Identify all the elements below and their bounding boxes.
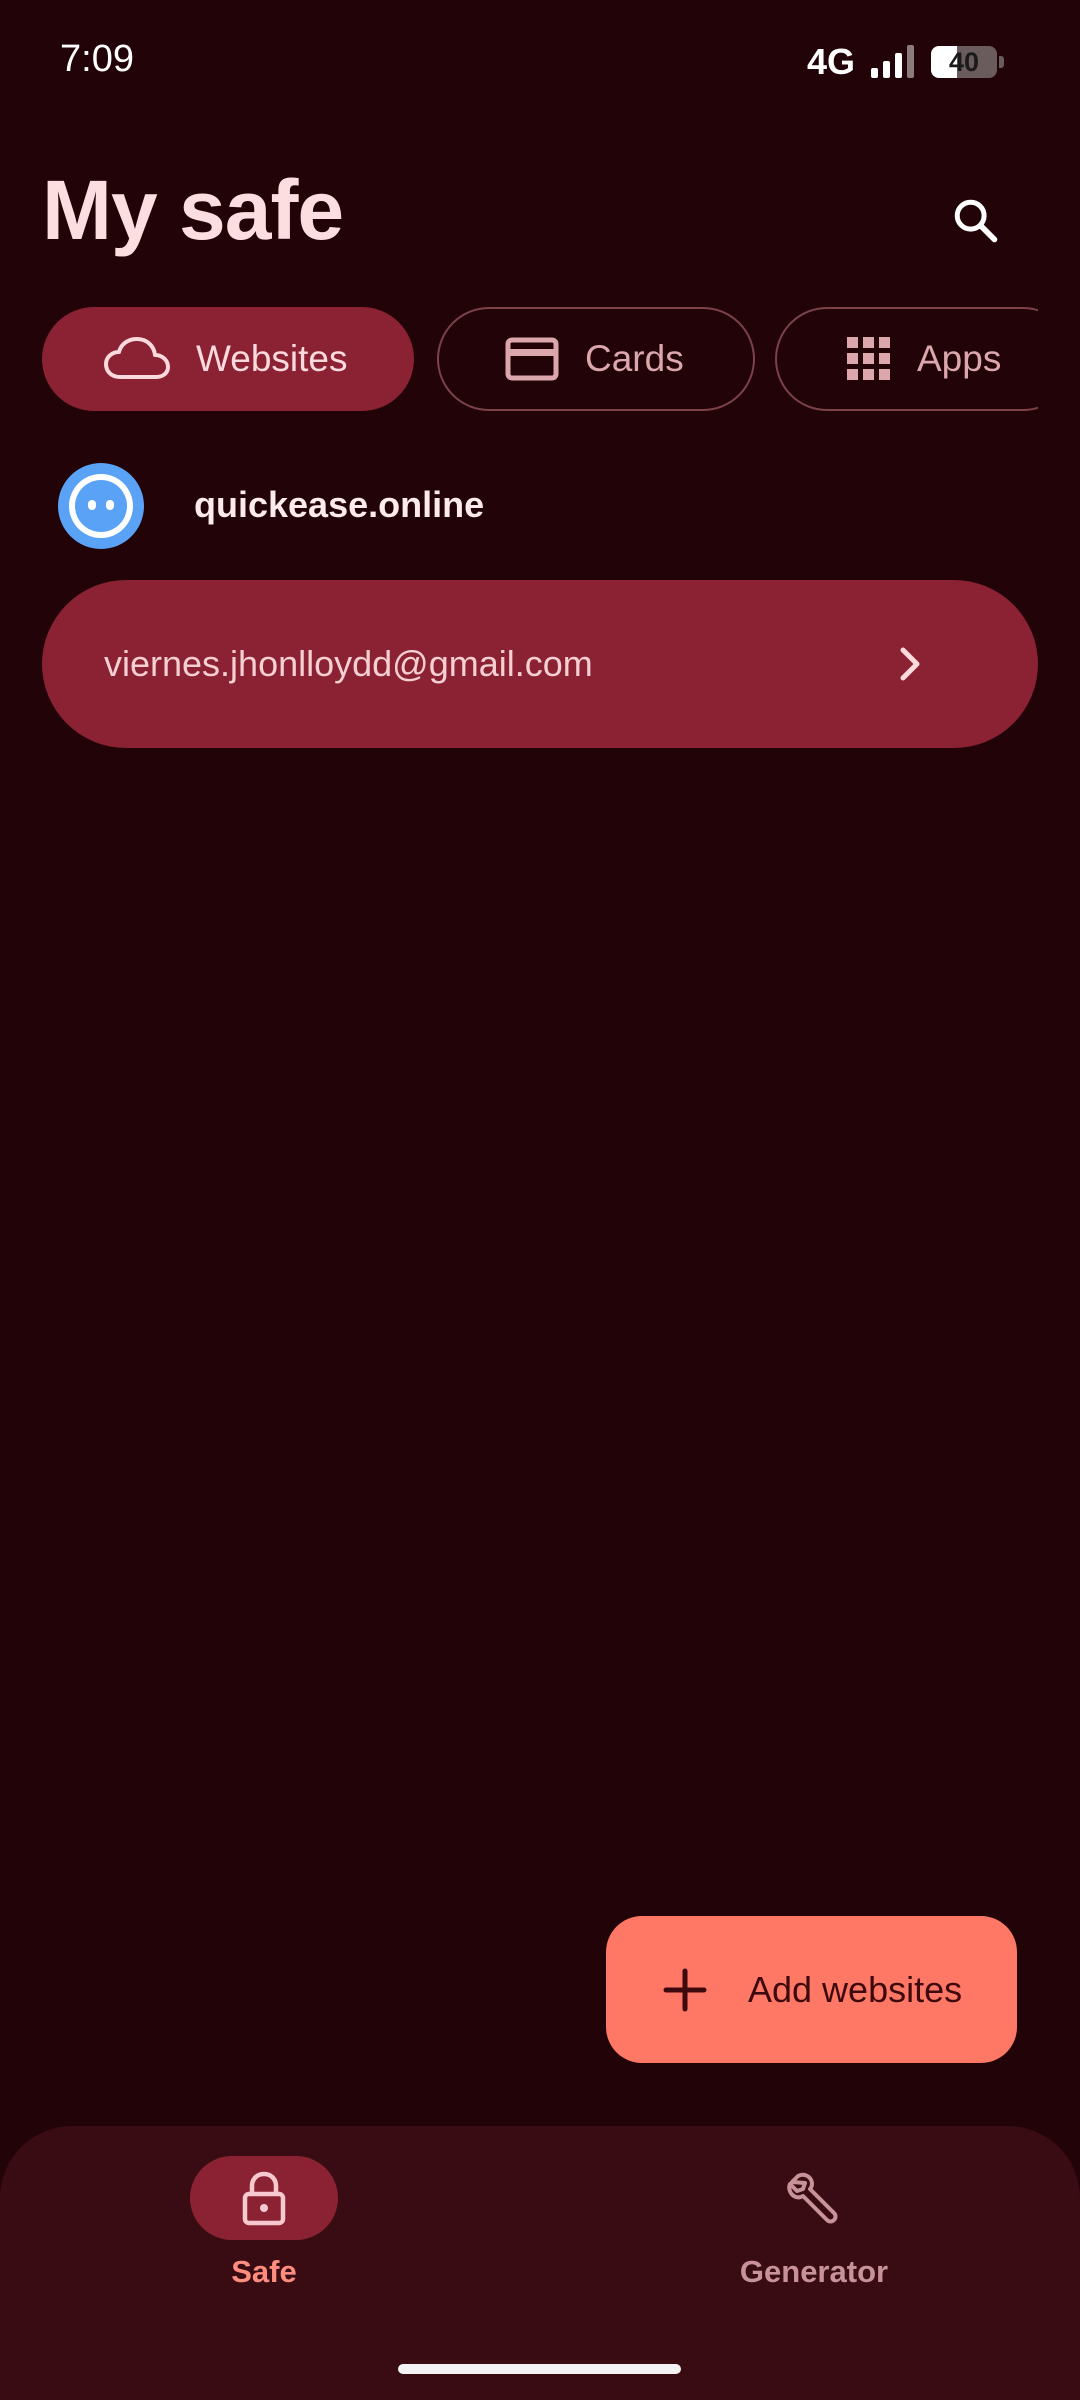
network-type: 4G [806,41,855,82]
tab-apps-label: Apps [917,338,1002,379]
search-icon [954,199,998,243]
nav-safe[interactable]: Safe [114,2156,414,2326]
category-tabs: Websites Cards Apps [42,307,1038,413]
wrench-icon [787,2172,838,2224]
plus-icon [663,1968,707,2011]
bottom-navigation: Safe Generator [0,2126,1080,2400]
chevron-right-icon [900,647,920,681]
nav-generator-pill [740,2156,888,2240]
quickease-logo-icon [58,463,144,549]
status-time: 7:09 [60,38,134,80]
battery-level: 40 [948,47,980,77]
apps-grid-icon [847,337,891,381]
battery-tip [999,56,1004,68]
nav-safe-label: Safe [231,2254,297,2289]
tab-cards[interactable]: Cards [437,307,755,411]
home-indicator[interactable] [398,2364,681,2374]
battery-icon: 40 [931,46,997,78]
lock-icon [242,2171,286,2226]
add-websites-button[interactable]: Add websites [606,1916,1017,2063]
tab-websites-label: Websites [196,338,348,379]
tab-cards-label: Cards [585,338,684,379]
signal-icon [871,45,914,78]
cloud-icon [104,337,170,381]
page-title: My safe [42,163,344,257]
add-websites-label: Add websites [748,1968,963,2010]
card-icon [505,337,559,381]
nav-generator[interactable]: Generator [664,2156,964,2326]
tab-websites[interactable]: Websites [42,307,414,411]
site-name: quickease.online [194,484,485,525]
status-bar: 7:09 4G 40 [0,0,1080,120]
credential-row[interactable]: viernes.jhonlloydd@gmail.com [42,580,1038,748]
nav-generator-label: Generator [739,2254,889,2289]
search-button[interactable] [935,180,1015,260]
credential-email: viernes.jhonlloydd@gmail.com [104,643,593,684]
status-indicators: 4G 40 [807,40,1004,84]
tab-apps[interactable]: Apps [775,307,1038,411]
nav-safe-pill [190,2156,338,2240]
screen: 7:09 4G 40 My safe Websites Cards Apps q… [0,0,1080,2400]
